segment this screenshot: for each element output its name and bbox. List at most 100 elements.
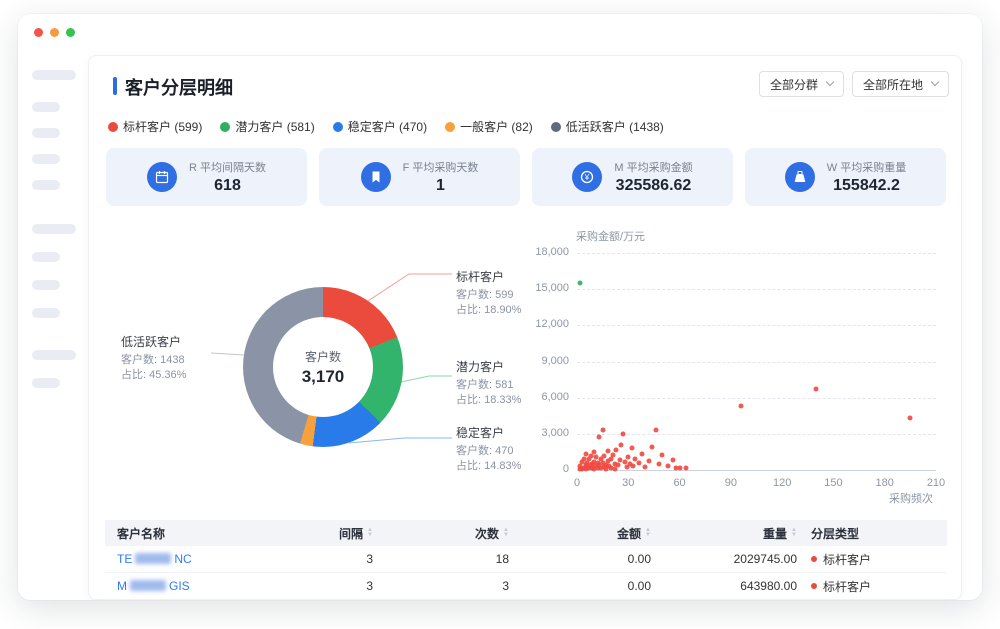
sidebar-skeleton-bar[interactable]	[32, 180, 60, 190]
kpi-label: F 平均采购天数	[403, 159, 479, 175]
sidebar-skeleton-bar[interactable]	[32, 280, 60, 290]
legend-item[interactable]: 一般客户 (82)	[445, 118, 533, 135]
redacted-text	[135, 553, 171, 564]
close-button[interactable]	[34, 28, 43, 37]
gridline	[577, 253, 936, 254]
scatter-point	[629, 446, 634, 451]
redacted-text	[130, 580, 166, 591]
scatter-point	[639, 452, 644, 457]
scatter-point	[657, 461, 662, 466]
scatter-point	[600, 428, 605, 433]
col-header-weight[interactable]: 重量▲▼	[651, 525, 797, 542]
scatter-point	[643, 464, 648, 469]
y-tick-label: 0	[517, 463, 569, 475]
customer-name-link[interactable]: MGIS	[117, 579, 190, 593]
scatter-point	[684, 466, 689, 471]
chevron-down-icon	[826, 78, 834, 86]
scatter-point	[653, 427, 658, 432]
donut-center-value: 3,170	[302, 367, 345, 387]
scatter-point	[660, 452, 665, 457]
x-tick-label: 60	[666, 477, 694, 489]
customer-name-link[interactable]: TENC	[117, 552, 192, 566]
scatter-point	[665, 464, 670, 469]
sidebar-skeleton-bar[interactable]	[32, 350, 76, 360]
minimize-button[interactable]	[50, 28, 59, 37]
scatter-point	[614, 447, 619, 452]
title-accent-bar	[113, 77, 117, 95]
segment-filter-value: 全部分群	[770, 76, 818, 93]
gridline	[577, 398, 936, 399]
sidebar-skeleton-bar[interactable]	[32, 128, 60, 138]
y-tick-label: 9,000	[517, 355, 569, 367]
legend-item[interactable]: 稳定客户 (470)	[333, 118, 427, 135]
scatter-point	[670, 458, 675, 463]
cell-weight: 643980.00	[651, 579, 797, 593]
scatter-point	[677, 465, 682, 470]
kpi-value: 1	[403, 177, 479, 195]
chevron-down-icon	[931, 78, 939, 86]
x-tick-label: 0	[563, 477, 591, 489]
scatter-y-axis-title: 采购金额/万元	[576, 228, 645, 244]
scatter-point	[650, 445, 655, 450]
location-filter-select[interactable]: 全部所在地	[852, 71, 949, 97]
page-title: 客户分层明细	[125, 74, 233, 100]
kpi-card-monetary: ¥ M 平均采购金额 325586.62	[532, 148, 733, 206]
legend-item[interactable]: 潜力客户 (581)	[220, 118, 314, 135]
cell-amount: 0.00	[509, 579, 651, 593]
y-tick-label: 15,000	[517, 282, 569, 294]
table-row[interactable]: TENC 3 18 0.00 2029745.00 标杆客户	[105, 546, 947, 573]
sidebar-skeleton-bar[interactable]	[32, 224, 76, 234]
kpi-value: 155842.2	[827, 177, 906, 195]
customer-table: 客户名称 间隔▲▼ 次数▲▼ 金额▲▼ 重量▲▼ 分层类型 TENC 3 18 …	[105, 520, 947, 600]
y-tick-label: 12,000	[517, 318, 569, 330]
sidebar-skeleton-bar[interactable]	[32, 308, 60, 318]
legend-item[interactable]: 标杆客户 (599)	[108, 118, 202, 135]
sidebar-skeleton-bar[interactable]	[32, 378, 60, 388]
maximize-button[interactable]	[66, 28, 75, 37]
y-tick-label: 3,000	[517, 427, 569, 439]
screen: 客户分层明细 全部分群 全部所在地 标杆客户 (599) 潜力客户 (581) …	[0, 0, 1000, 629]
cell-amount: 0.00	[509, 552, 651, 566]
scatter-point	[631, 464, 636, 469]
table-header: 客户名称 间隔▲▼ 次数▲▼ 金额▲▼ 重量▲▼ 分层类型	[105, 520, 947, 546]
col-header-gap[interactable]: 间隔▲▼	[245, 525, 373, 542]
cell-weight: 2029745.00	[651, 552, 797, 566]
gridline	[577, 289, 936, 290]
y-tick-label: 18,000	[517, 246, 569, 258]
segment-filter-select[interactable]: 全部分群	[759, 71, 844, 97]
sidebar-skeleton-bar[interactable]	[32, 252, 60, 262]
legend-dot	[220, 122, 230, 132]
scatter-plot[interactable]: 03,0006,0009,00012,00015,00018,000030609…	[577, 253, 936, 471]
sidebar-skeleton-bar[interactable]	[32, 70, 76, 80]
gridline	[577, 325, 936, 326]
kpi-value: 325586.62	[614, 177, 692, 195]
type-dot	[811, 583, 817, 589]
window-controls	[34, 28, 75, 37]
scatter-point	[610, 452, 615, 457]
donut-chart[interactable]: 客户数 3,170	[243, 287, 403, 447]
scatter-point	[605, 448, 610, 453]
col-header-amount[interactable]: 金额▲▼	[509, 525, 651, 542]
svg-text:¥: ¥	[584, 173, 590, 182]
gridline	[577, 362, 936, 363]
cell-gap: 3	[245, 552, 373, 566]
sidebar-skeleton-bar[interactable]	[32, 154, 60, 164]
scatter-point	[621, 431, 626, 436]
scatter-point	[592, 449, 597, 454]
kpi-label: W 平均采购重量	[827, 159, 906, 175]
filter-bar: 全部分群 全部所在地	[759, 71, 949, 97]
type-dot	[811, 556, 817, 562]
legend-label: 潜力客户 (581)	[235, 118, 314, 135]
legend-item[interactable]: 低活跃客户 (1438)	[551, 118, 664, 135]
table-row[interactable]: MGIS 3 3 0.00 643980.00 标杆客户	[105, 573, 947, 600]
legend-dot	[333, 122, 343, 132]
cell-times: 18	[373, 552, 509, 566]
kpi-card-frequency: F 平均采购天数 1	[319, 148, 520, 206]
kpi-card-recency: R 平均间隔天数 618	[106, 148, 307, 206]
scatter-point	[597, 434, 602, 439]
x-tick-label: 180	[871, 477, 899, 489]
kpi-label: M 平均采购金额	[614, 159, 692, 175]
x-tick-label: 120	[768, 477, 796, 489]
sidebar-skeleton-bar[interactable]	[32, 102, 60, 112]
col-header-times[interactable]: 次数▲▼	[373, 525, 509, 542]
